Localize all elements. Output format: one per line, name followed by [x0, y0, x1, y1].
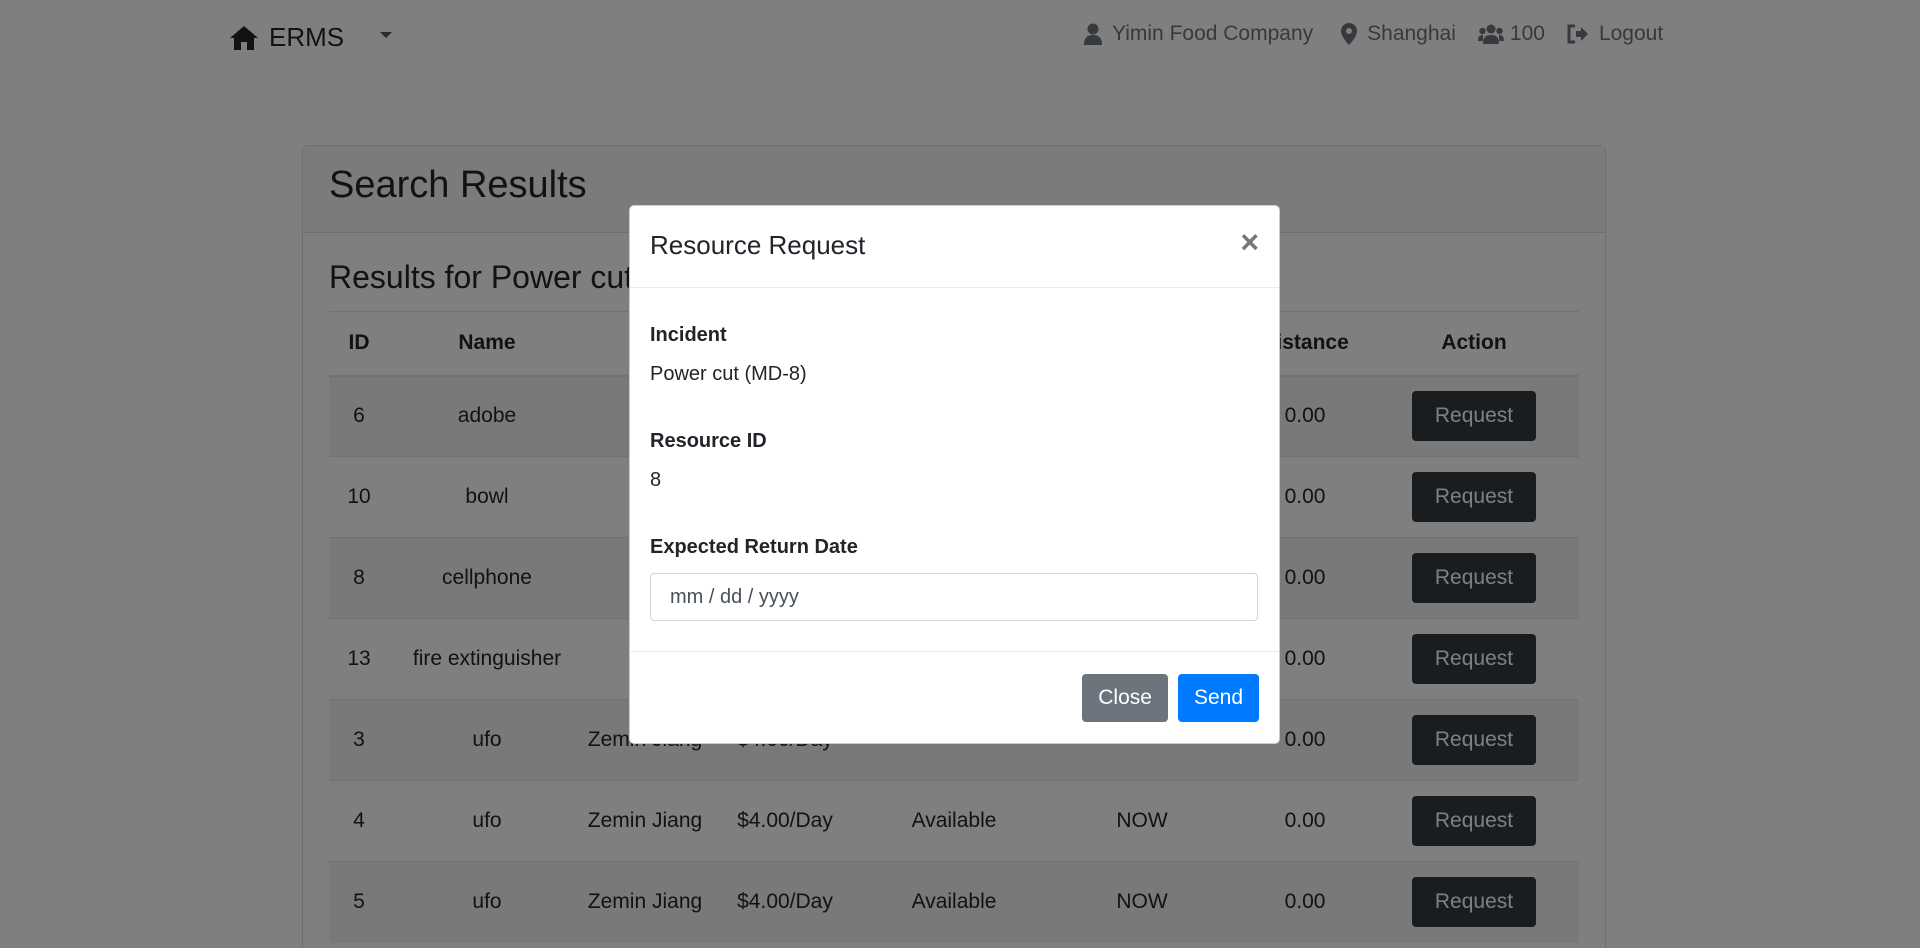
modal-title: Resource Request — [650, 230, 866, 260]
return-date-input[interactable]: mm / dd / yyyy — [650, 573, 1258, 621]
modal-footer: Close Send — [630, 651, 1279, 743]
resource-id-label: Resource ID — [650, 430, 767, 452]
return-date-placeholder: mm / dd / yyyy — [670, 585, 799, 608]
return-date-label: Expected Return Date — [650, 536, 858, 558]
resource-request-modal: Resource Request × Incident Power cut (M… — [629, 205, 1280, 744]
close-button[interactable]: Close — [1082, 673, 1168, 722]
send-button[interactable]: Send — [1177, 673, 1259, 722]
modal-header: Resource Request × — [630, 206, 1279, 288]
incident-label: Incident — [650, 324, 727, 346]
modal-body: Incident Power cut (MD-8) Resource ID 8 … — [630, 288, 1279, 621]
resource-id-value: 8 — [650, 469, 662, 491]
incident-value: Power cut (MD-8) — [650, 363, 807, 385]
close-icon[interactable]: × — [1240, 226, 1259, 258]
